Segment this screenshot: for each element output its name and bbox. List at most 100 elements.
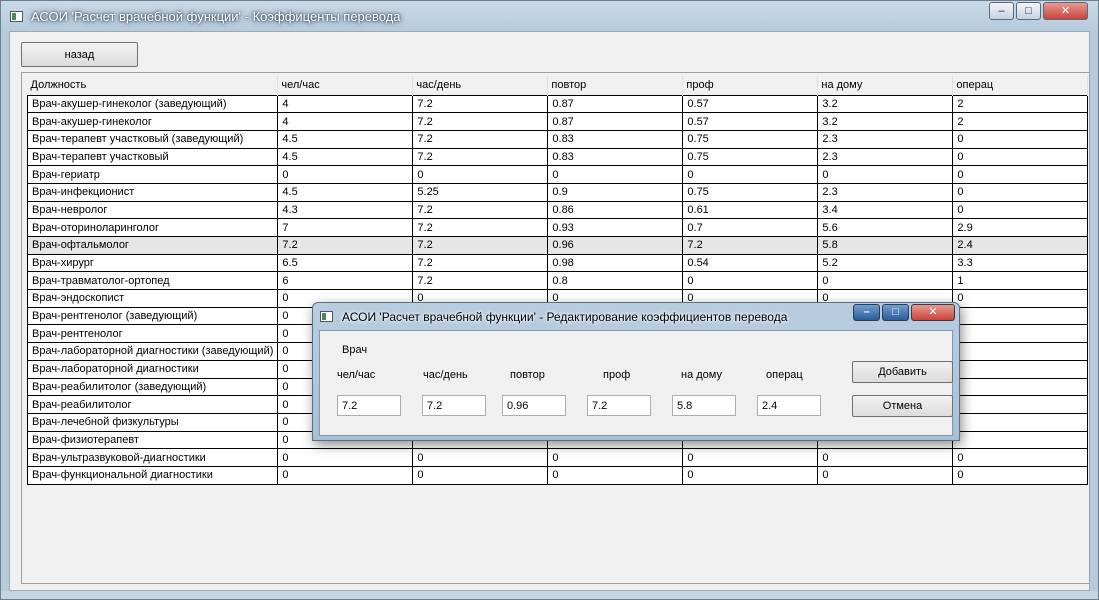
cell-prof[interactable]: 0.75 <box>682 129 819 149</box>
cell-prof[interactable]: 0.7 <box>682 218 819 237</box>
cell-at-home[interactable]: 3.2 <box>817 94 954 114</box>
cell-surgery[interactable] <box>952 359 1089 379</box>
cell-surgery[interactable] <box>952 395 1089 414</box>
cell-hours-per-day[interactable]: 7.2 <box>412 147 549 167</box>
cell-repeat[interactable]: 0.93 <box>547 218 684 237</box>
table-row[interactable]: Врач-хирург 6.5 7.2 0.98 0.54 5.2 3.3 <box>26 253 1089 273</box>
cell-position[interactable]: Врач-эндоскопист <box>26 289 279 308</box>
cell-repeat[interactable]: 0 <box>547 465 684 485</box>
cell-patients-per-hour[interactable]: 0 <box>277 448 414 467</box>
cell-patients-per-hour[interactable]: 7.2 <box>277 236 414 255</box>
cell-at-home[interactable]: 3.4 <box>817 200 954 220</box>
cell-patients-per-hour[interactable]: 6.5 <box>277 253 414 273</box>
cell-position[interactable]: Врач-лечебной физкультуры <box>26 412 279 432</box>
repeat-field[interactable] <box>502 395 566 416</box>
table-row[interactable]: Врач-невролог 4.3 7.2 0.86 0.61 3.4 0 <box>26 200 1089 220</box>
cell-surgery[interactable]: 0 <box>952 129 1089 149</box>
prof-field[interactable] <box>587 395 651 416</box>
cell-prof[interactable]: 7.2 <box>682 236 819 255</box>
hours-per-day-field[interactable] <box>422 395 486 416</box>
cell-surgery[interactable]: 0 <box>952 448 1089 467</box>
dialog-close-icon[interactable]: ✕ <box>911 304 955 321</box>
cell-position[interactable]: Врач-функциональной диагностики <box>26 465 279 485</box>
title-bar[interactable]: АСОИ 'Расчет врачебной функции' - Коэффи… <box>1 1 1098 31</box>
cell-position[interactable]: Врач-терапевт участковый <box>26 147 279 167</box>
table-row[interactable]: Врач-терапевт участковый (заведующий) 4.5… <box>26 129 1089 149</box>
cell-at-home[interactable]: 3.2 <box>817 112 954 131</box>
table-row[interactable]: Врач-акушер-гинеколог (заведующий) 4 7.2 0.… <box>26 94 1089 114</box>
cell-at-home[interactable]: 2.3 <box>817 147 954 167</box>
table-row[interactable]: Врач-инфекционист 4.5 5.25 0.9 0.75 2.3 0 <box>26 182 1089 202</box>
cell-repeat[interactable]: 0.87 <box>547 94 684 114</box>
cell-hours-per-day[interactable]: 5.25 <box>412 182 549 202</box>
cell-surgery[interactable] <box>952 342 1089 361</box>
cell-prof[interactable]: 0.61 <box>682 200 819 220</box>
cell-repeat[interactable]: 0.96 <box>547 236 684 255</box>
cell-repeat[interactable]: 0 <box>547 165 684 184</box>
cell-patients-per-hour[interactable]: 4.5 <box>277 129 414 149</box>
cell-patients-per-hour[interactable]: 7 <box>277 218 414 237</box>
column-header-surgery[interactable]: операц <box>952 76 1089 95</box>
cell-prof[interactable]: 0.57 <box>682 94 819 114</box>
cell-hours-per-day[interactable]: 7.2 <box>412 129 549 149</box>
cell-repeat[interactable]: 0.8 <box>547 271 684 291</box>
cell-prof[interactable]: 0 <box>682 465 819 485</box>
cell-position[interactable]: Врач-травматолог-ортопед <box>26 271 279 291</box>
cell-hours-per-day[interactable]: 7.2 <box>412 94 549 114</box>
maximize-icon[interactable]: □ <box>1016 2 1041 20</box>
patients-per-hour-field[interactable] <box>337 395 401 416</box>
cell-position[interactable]: Врач-реабилитолог (заведующий) <box>26 377 279 397</box>
close-icon[interactable]: ✕ <box>1043 2 1088 20</box>
cancel-button[interactable]: Отмена <box>852 395 953 417</box>
cell-patients-per-hour[interactable]: 4 <box>277 94 414 114</box>
cell-surgery[interactable]: 0 <box>952 289 1089 308</box>
dialog-maximize-icon[interactable]: □ <box>882 304 909 321</box>
cell-prof[interactable]: 0 <box>682 448 819 467</box>
add-button[interactable]: Добавить <box>852 361 953 383</box>
cell-at-home[interactable]: 0 <box>817 465 954 485</box>
cell-hours-per-day[interactable]: 7.2 <box>412 271 549 291</box>
cell-position[interactable]: Врач-рентгенолог <box>26 324 279 344</box>
cell-repeat[interactable]: 0.86 <box>547 200 684 220</box>
cell-surgery[interactable]: 2.9 <box>952 218 1089 237</box>
column-header-patients-per-hour[interactable]: чел/час <box>277 76 414 95</box>
cell-prof[interactable]: 0.54 <box>682 253 819 273</box>
column-header-hours-per-day[interactable]: час/день <box>412 76 549 95</box>
cell-prof[interactable]: 0.57 <box>682 112 819 131</box>
cell-hours-per-day[interactable]: 7.2 <box>412 112 549 131</box>
cell-repeat[interactable]: 0.83 <box>547 147 684 167</box>
dialog-minimize-icon[interactable]: – <box>853 304 880 321</box>
table-row[interactable]: Врач-гериатр 0 0 0 0 0 0 <box>26 165 1089 184</box>
cell-position[interactable]: Врач-невролог <box>26 200 279 220</box>
cell-position[interactable]: Врач-акушер-гинеколог (заведующий) <box>26 94 279 114</box>
cell-position[interactable]: Врач-оториноларинголог <box>26 218 279 237</box>
cell-hours-per-day[interactable]: 0 <box>412 165 549 184</box>
cell-surgery[interactable]: 1 <box>952 271 1089 291</box>
table-row[interactable]: Врач-функциональной диагностики 0 0 0 0 0 0 <box>26 465 1089 485</box>
column-header-repeat[interactable]: повтор <box>547 76 684 95</box>
surgery-field[interactable] <box>757 395 821 416</box>
cell-surgery[interactable] <box>952 412 1089 432</box>
cell-surgery[interactable]: 0 <box>952 182 1089 202</box>
table-row[interactable]: Врач-акушер-гинеколог 4 7.2 0.87 0.57 3.2 2 <box>26 112 1089 131</box>
cell-repeat[interactable]: 0.83 <box>547 129 684 149</box>
cell-surgery[interactable] <box>952 377 1089 397</box>
table-row[interactable]: Врач-терапевт участковый 4.5 7.2 0.83 0.75 2.… <box>26 147 1089 167</box>
column-header-position[interactable]: Должность <box>27 76 279 95</box>
cell-prof[interactable]: 0 <box>682 165 819 184</box>
back-button[interactable]: назад <box>21 42 138 67</box>
cell-at-home[interactable]: 5.8 <box>817 236 954 255</box>
cell-position[interactable]: Врач-ультразвуковой-диагностики <box>26 448 279 467</box>
cell-prof[interactable]: 0.75 <box>682 182 819 202</box>
cell-position[interactable]: Врач-физиотерапевт <box>26 430 279 450</box>
cell-position[interactable]: Врач-гериатр <box>26 165 279 184</box>
table-row[interactable]: Врач-травматолог-ортопед 6 7.2 0.8 0 0 1 <box>26 271 1089 291</box>
cell-repeat[interactable]: 0.98 <box>547 253 684 273</box>
cell-repeat[interactable]: 0.9 <box>547 182 684 202</box>
cell-at-home[interactable]: 2.3 <box>817 129 954 149</box>
table-row[interactable]: Врач-офтальмолог 7.2 7.2 0.96 7.2 5.8 2.4 <box>26 236 1089 255</box>
cell-surgery[interactable]: 2 <box>952 112 1089 131</box>
cell-surgery[interactable]: 3.3 <box>952 253 1089 273</box>
column-header-at-home[interactable]: на дому <box>817 76 954 95</box>
table-row[interactable]: Врач-оториноларинголог 7 7.2 0.93 0.7 5.6 2.9 <box>26 218 1089 237</box>
